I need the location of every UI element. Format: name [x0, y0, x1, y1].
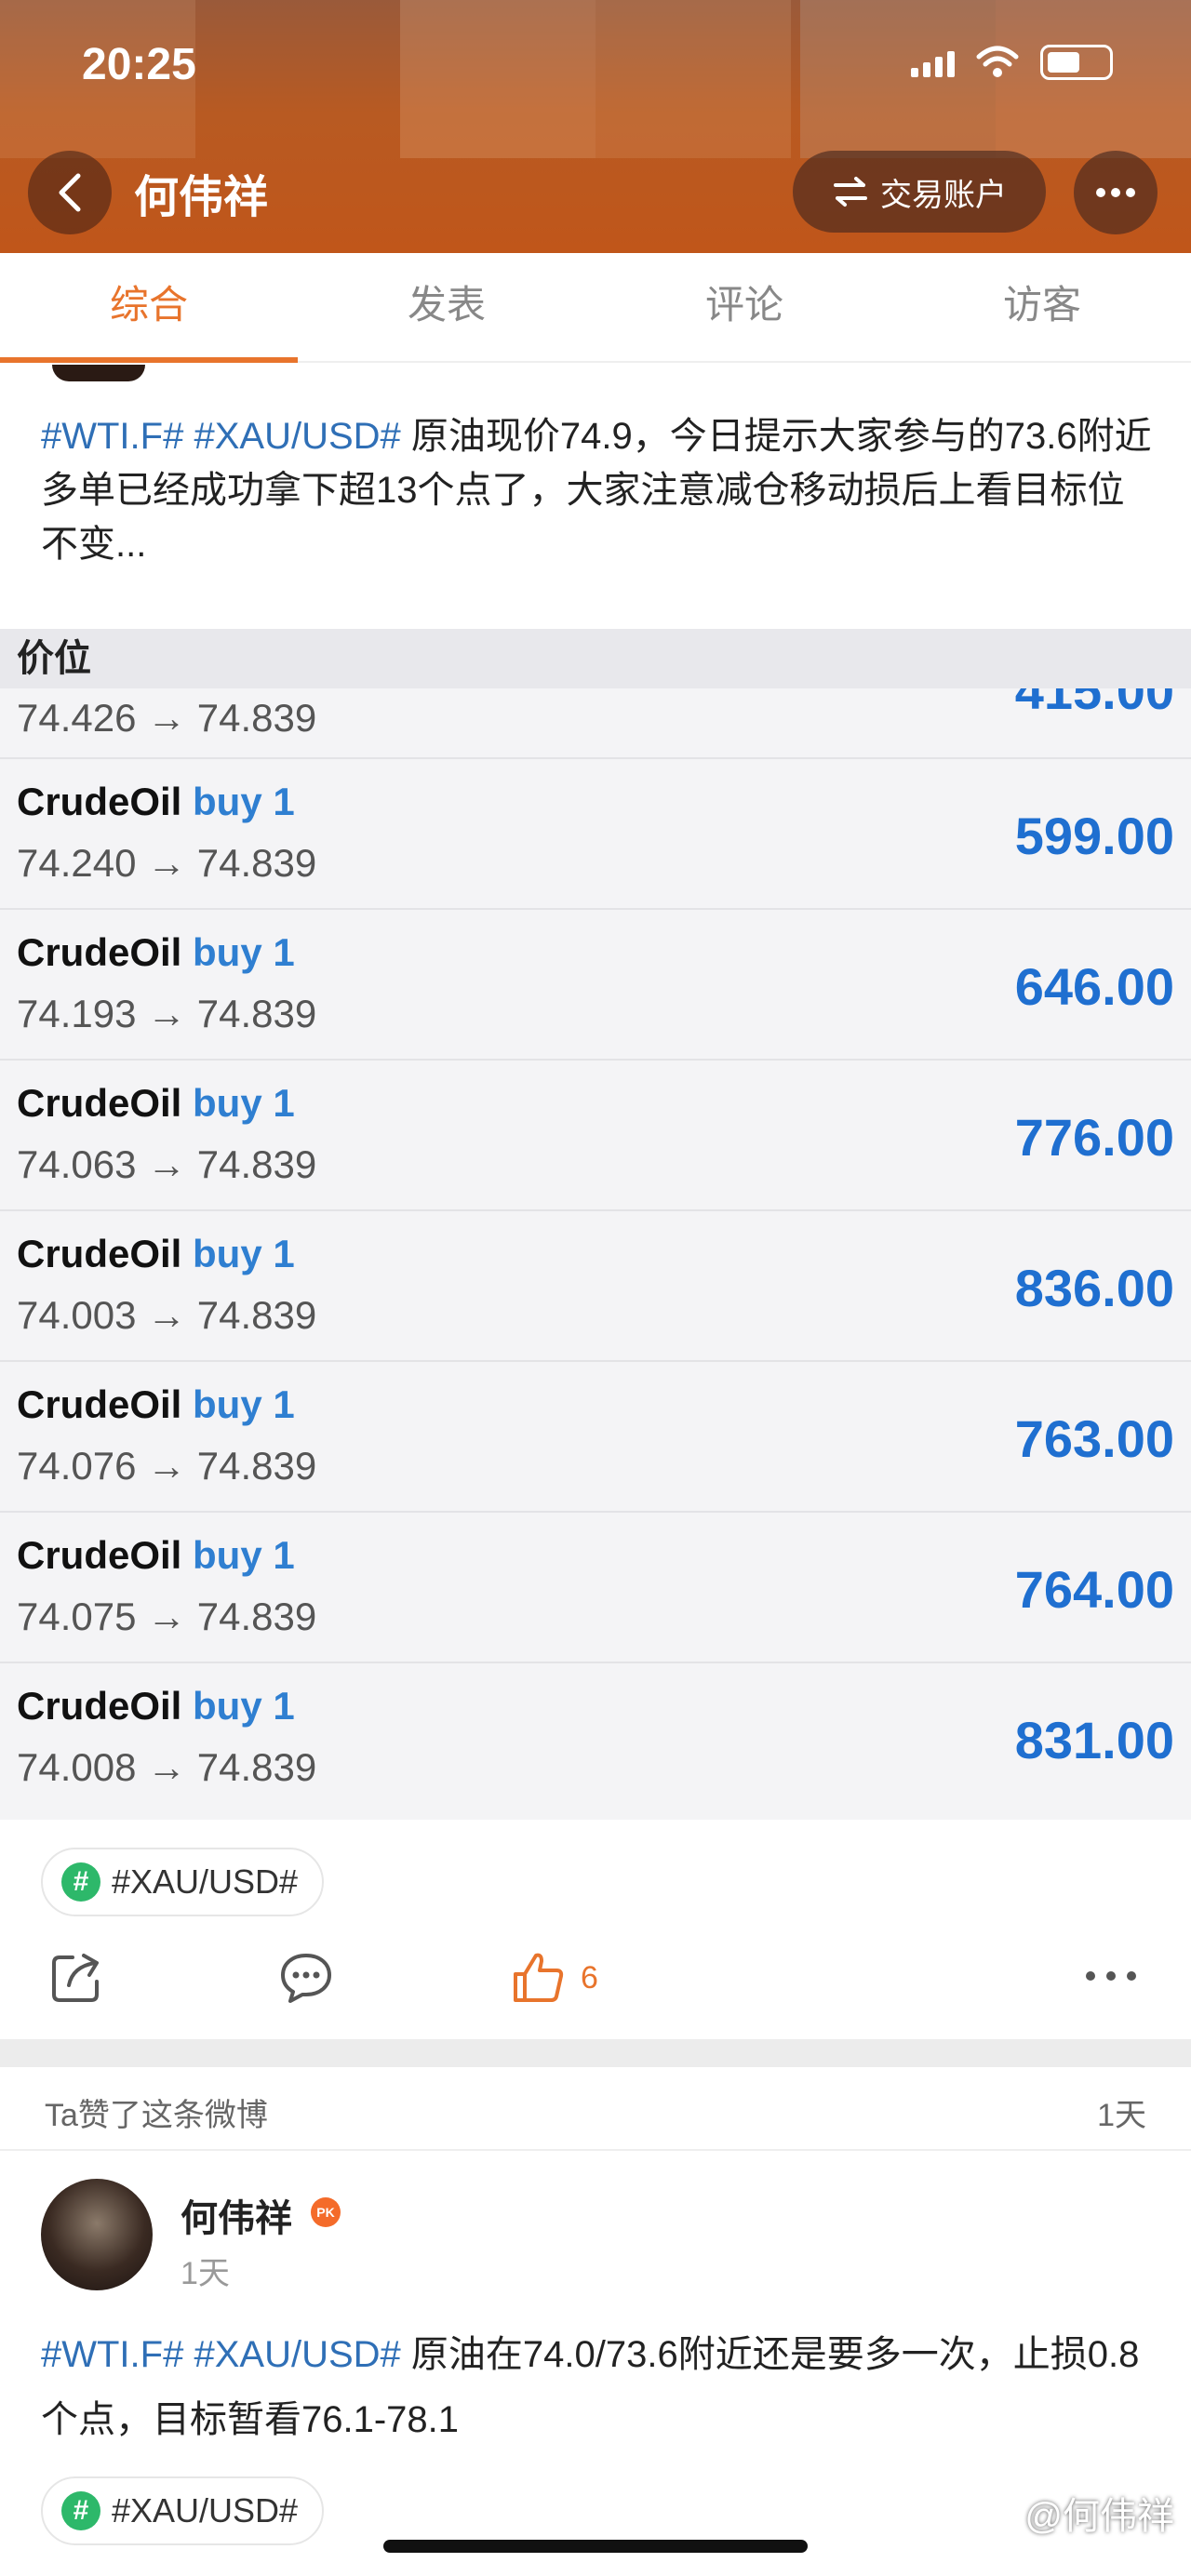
position-price: 74.003 → 74.839: [17, 1293, 317, 1337]
like-count: 6: [581, 1959, 598, 1995]
thumbs-up-icon: [514, 1953, 564, 2002]
header-background-photo: [596, 0, 791, 158]
position-profit: 599.00: [1014, 807, 1174, 865]
position-row: CrudeOil buy 1 74.075 → 74.839 764.00: [0, 1513, 1191, 1663]
profile-name: 何伟祥: [134, 173, 269, 222]
position-profit: 646.00: [1014, 957, 1174, 1016]
price-column-label: 价位: [17, 638, 91, 679]
section-divider: [0, 2039, 1191, 2067]
trade-account-label: 交易账户: [880, 177, 1007, 213]
like-button[interactable]: 6: [510, 1950, 598, 2006]
chevron-left-icon: [59, 173, 81, 212]
trade-account-button[interactable]: 交易账户: [793, 151, 1046, 233]
header-background-photo: [400, 0, 596, 158]
profile-tabs: 综合 发表 评论 访客: [0, 253, 1191, 363]
tab-posts[interactable]: 发表: [298, 253, 596, 361]
avatar[interactable]: [52, 365, 145, 381]
share-button[interactable]: [48, 1950, 104, 2006]
trade-positions-image[interactable]: 74.426 → 74.839 415.00 价位 CrudeOil buy 1…: [0, 629, 1191, 1820]
more-dots-icon: [1096, 188, 1135, 197]
topic-chip[interactable]: # #XAU/USD#: [41, 1848, 325, 1916]
comment-button[interactable]: [277, 1950, 335, 2006]
hashtag-link[interactable]: #WTI.F#: [41, 416, 183, 457]
hashtag-link[interactable]: #XAU/USD#: [194, 2334, 400, 2375]
position-price: 74.193 → 74.839: [17, 992, 317, 1035]
status-time: 20:25: [82, 40, 196, 89]
position-profit: 831.00: [1014, 1711, 1174, 1769]
position-symbol: CrudeOil: [17, 1232, 182, 1275]
position-side: buy 1: [193, 1533, 295, 1577]
positions-column-header: 价位: [0, 629, 1191, 688]
position-price: 74.075 → 74.839: [17, 1595, 317, 1638]
position-symbol: CrudeOil: [17, 1081, 182, 1125]
position-symbol: CrudeOil: [17, 1684, 182, 1728]
position-row: CrudeOil buy 1 74.076 → 74.839 763.00: [0, 1362, 1191, 1513]
share-icon: [52, 1954, 99, 2002]
back-button[interactable]: [28, 151, 112, 234]
position-row: CrudeOil buy 1 74.240 → 74.839 599.00: [0, 759, 1191, 910]
cellular-signal-icon: [911, 47, 955, 77]
position-side: buy 1: [193, 780, 295, 823]
hashtag-link[interactable]: #WTI.F#: [41, 2334, 183, 2375]
activity-note: Ta赞了这条微博 1天: [0, 2067, 1191, 2151]
watermark: @何伟祥: [1024, 2496, 1174, 2537]
wifi-icon: [976, 46, 1019, 77]
position-symbol: CrudeOil: [17, 1382, 182, 1426]
battery-icon: [1040, 45, 1113, 80]
activity-date: 1天: [1097, 2098, 1146, 2133]
position-row: 74.426 → 74.839 415.00: [0, 661, 1191, 759]
hashtag-icon: #: [61, 1862, 100, 1902]
position-row: CrudeOil buy 1 74.193 → 74.839 646.00: [0, 910, 1191, 1061]
verified-badge-icon: PK: [311, 2197, 341, 2227]
hashtag-icon: #: [61, 2491, 100, 2530]
position-side: buy 1: [193, 1232, 295, 1275]
position-price: 74.076 → 74.839: [17, 1444, 317, 1488]
more-options-button[interactable]: [1074, 151, 1158, 234]
position-price: 74.240 → 74.839: [17, 841, 317, 885]
post-text[interactable]: #WTI.F# #XAU/USD# 原油现价74.9，今日提示大家参与的73.6…: [41, 409, 1158, 571]
topic-label: #XAU/USD#: [112, 1862, 299, 1901]
home-indicator[interactable]: [383, 2540, 808, 2553]
position-symbol: CrudeOil: [17, 780, 182, 823]
position-row: CrudeOil buy 1 74.063 → 74.839 776.00: [0, 1061, 1191, 1211]
author-name[interactable]: 何伟祥: [181, 2188, 292, 2242]
position-profit: 763.00: [1014, 1409, 1174, 1468]
position-price: 74.008 → 74.839: [17, 1745, 317, 1789]
position-profit: 836.00: [1014, 1259, 1174, 1317]
hashtag-link[interactable]: #XAU/USD#: [194, 416, 400, 457]
position-side: buy 1: [193, 930, 295, 974]
position-side: buy 1: [193, 1382, 295, 1426]
topic-chip[interactable]: # #XAU/USD#: [41, 2476, 325, 2545]
position-side: buy 1: [193, 1684, 295, 1728]
position-profit: 776.00: [1014, 1108, 1174, 1167]
post-actions: 6: [0, 1933, 1191, 2026]
position-symbol: CrudeOil: [17, 930, 182, 974]
profile-header: 20:25 何伟祥 交易账户: [0, 0, 1191, 253]
status-icons: [911, 45, 1113, 80]
tab-visitors[interactable]: 访客: [893, 253, 1191, 361]
topic-label: #XAU/USD#: [112, 2491, 299, 2529]
position-row: CrudeOil buy 1 74.008 → 74.839 831.00: [0, 1663, 1191, 1814]
swap-icon: [834, 177, 867, 207]
tab-comments[interactable]: 评论: [596, 253, 893, 361]
tab-overview[interactable]: 综合: [0, 253, 298, 363]
position-symbol: CrudeOil: [17, 1533, 182, 1577]
post-more-button[interactable]: [1083, 1970, 1139, 1982]
position-side: buy 1: [193, 1081, 295, 1125]
more-dots-icon: [1086, 1971, 1136, 1981]
activity-text: Ta赞了这条微博: [45, 2098, 268, 2133]
position-price: 74.426 → 74.839: [17, 696, 317, 740]
post-text[interactable]: #WTI.F# #XAU/USD# 原油在74.0/73.6附近还是要多一次，止…: [41, 2322, 1158, 2452]
avatar[interactable]: [41, 2179, 153, 2290]
position-profit: 764.00: [1014, 1560, 1174, 1619]
position-price: 74.063 → 74.839: [17, 1142, 317, 1186]
post-time: 1天: [181, 2256, 230, 2291]
comment-icon: [281, 1954, 331, 2003]
position-row: CrudeOil buy 1 74.003 → 74.839 836.00: [0, 1211, 1191, 1362]
